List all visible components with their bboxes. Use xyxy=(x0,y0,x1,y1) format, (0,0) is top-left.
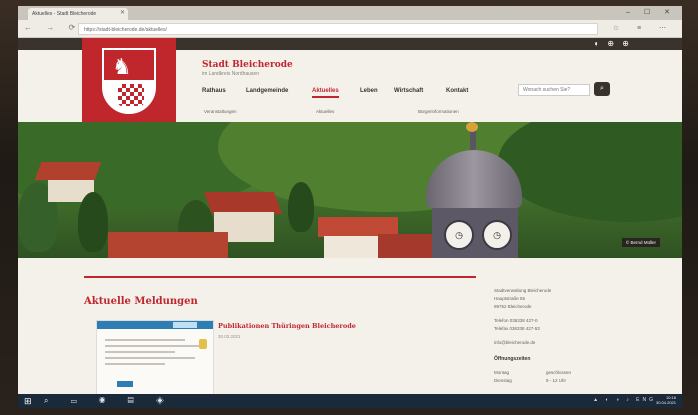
browser-tabbar: Aktuelles - Stadt Bleicherode ✕ – ☐ ✕ xyxy=(18,6,682,20)
address-line: 99752 Bleicherode xyxy=(494,304,532,309)
divider xyxy=(84,276,476,278)
browser-menu-icons[interactable]: ☆ ≡ ⋯ xyxy=(613,24,674,32)
nav-item-kontakt[interactable]: Kontakt xyxy=(446,88,468,94)
email-link[interactable]: info@bleicherode.de xyxy=(494,340,535,345)
checkered-shield-icon xyxy=(118,84,144,106)
section-title: Aktuelle Meldungen xyxy=(84,296,198,307)
crest-shield-icon: ♞ xyxy=(102,48,156,114)
nav-item-aktuelles[interactable]: Aktuelles xyxy=(312,88,339,98)
phone-line: Telefon 036338 427-0 xyxy=(494,318,538,323)
fax-line: Telefax 036338 427-53 xyxy=(494,326,540,331)
url-field[interactable]: https://stadt-bleicherode.de/aktuelles/ xyxy=(78,23,598,35)
news-date: 30.03.2021 xyxy=(218,334,241,339)
search-button[interactable]: ⌕ xyxy=(594,82,610,96)
browser-nav-buttons[interactable]: ← → ⟳ xyxy=(24,23,81,32)
clock-icon: ◷ xyxy=(444,220,474,250)
close-tab-icon[interactable]: ✕ xyxy=(120,9,125,16)
hours-day: Montag xyxy=(494,370,510,375)
taskbar-clock[interactable]: 10:16 30.04.2021 xyxy=(656,395,676,405)
search-input[interactable] xyxy=(518,84,590,96)
subnav-item-buergerinfo[interactable]: Bürgerinformationen xyxy=(418,109,459,114)
system-tray[interactable]: ▲ ◐ ◑ ♪ ENG xyxy=(593,397,656,403)
clock-icon: ◷ xyxy=(482,220,512,250)
search-icon: ⌕ xyxy=(600,85,604,92)
news-thumbnail[interactable] xyxy=(96,320,214,396)
main-content: Aktuelle Meldungen Publikationen Thüring… xyxy=(18,258,682,396)
hours-day: Dienstag xyxy=(494,378,512,383)
accessibility-icons[interactable]: ◐ ⊕ ⊕ xyxy=(594,39,632,48)
image-credit: © Bernd Müller xyxy=(621,238,660,247)
subnav-item-veranstaltungen[interactable]: Veranstaltungen xyxy=(204,109,237,114)
taskbar-date: 30.04.2021 xyxy=(655,400,676,405)
nav-item-rathaus[interactable]: Rathaus xyxy=(202,88,226,94)
nav-item-landgemeinde[interactable]: Landgemeinde xyxy=(246,88,288,94)
hero-image: ◷ ◷ © Bernd Müller xyxy=(18,122,682,258)
subnav-item-aktuelles[interactable]: Aktuelles xyxy=(316,109,334,114)
windows-icon[interactable]: ⊞ xyxy=(24,396,34,406)
windows-taskbar: ⊞ ⌕ ▭ ◉ ▤ ◈ ▲ ◐ ◑ ♪ ENG 10:16 30.04.2021 xyxy=(18,394,682,408)
screen: Aktuelles - Stadt Bleicherode ✕ – ☐ ✕ ← … xyxy=(18,6,682,408)
hours-time: geschlossen xyxy=(546,370,572,375)
news-title[interactable]: Publikationen Thüringen Bleicherode xyxy=(218,322,356,330)
sub-nav: Veranstaltungen Aktuelles Bürgerinformat… xyxy=(18,106,682,120)
website: ◐ ⊕ ⊕ ♞ Stadt Bleicherode im Landkreis N… xyxy=(18,38,682,396)
hours-time: 9 - 12 Uhr xyxy=(546,378,567,383)
address-bar: ← → ⟳ https://stadt-bleicherode.de/aktue… xyxy=(18,20,682,38)
browser-tab[interactable]: Aktuelles - Stadt Bleicherode xyxy=(28,8,128,20)
site-title[interactable]: Stadt Bleicherode xyxy=(202,60,293,70)
window-controls[interactable]: – ☐ ✕ xyxy=(626,8,676,16)
lion-icon: ♞ xyxy=(112,54,132,79)
address-line: Stadtverwaltung Bleicherode xyxy=(494,288,552,293)
nav-item-wirtschaft[interactable]: Wirtschaft xyxy=(394,88,423,94)
address-line: Hauptstraße 55 xyxy=(494,296,526,301)
nav-item-leben[interactable]: Leben xyxy=(360,88,378,94)
taskbar-app-icons[interactable]: ⌕ ▭ ◉ ▤ ◈ xyxy=(44,396,174,406)
site-subtitle: im Landkreis Nordhausen xyxy=(202,71,259,77)
hours-heading: Öffnungszeiten xyxy=(494,356,531,362)
